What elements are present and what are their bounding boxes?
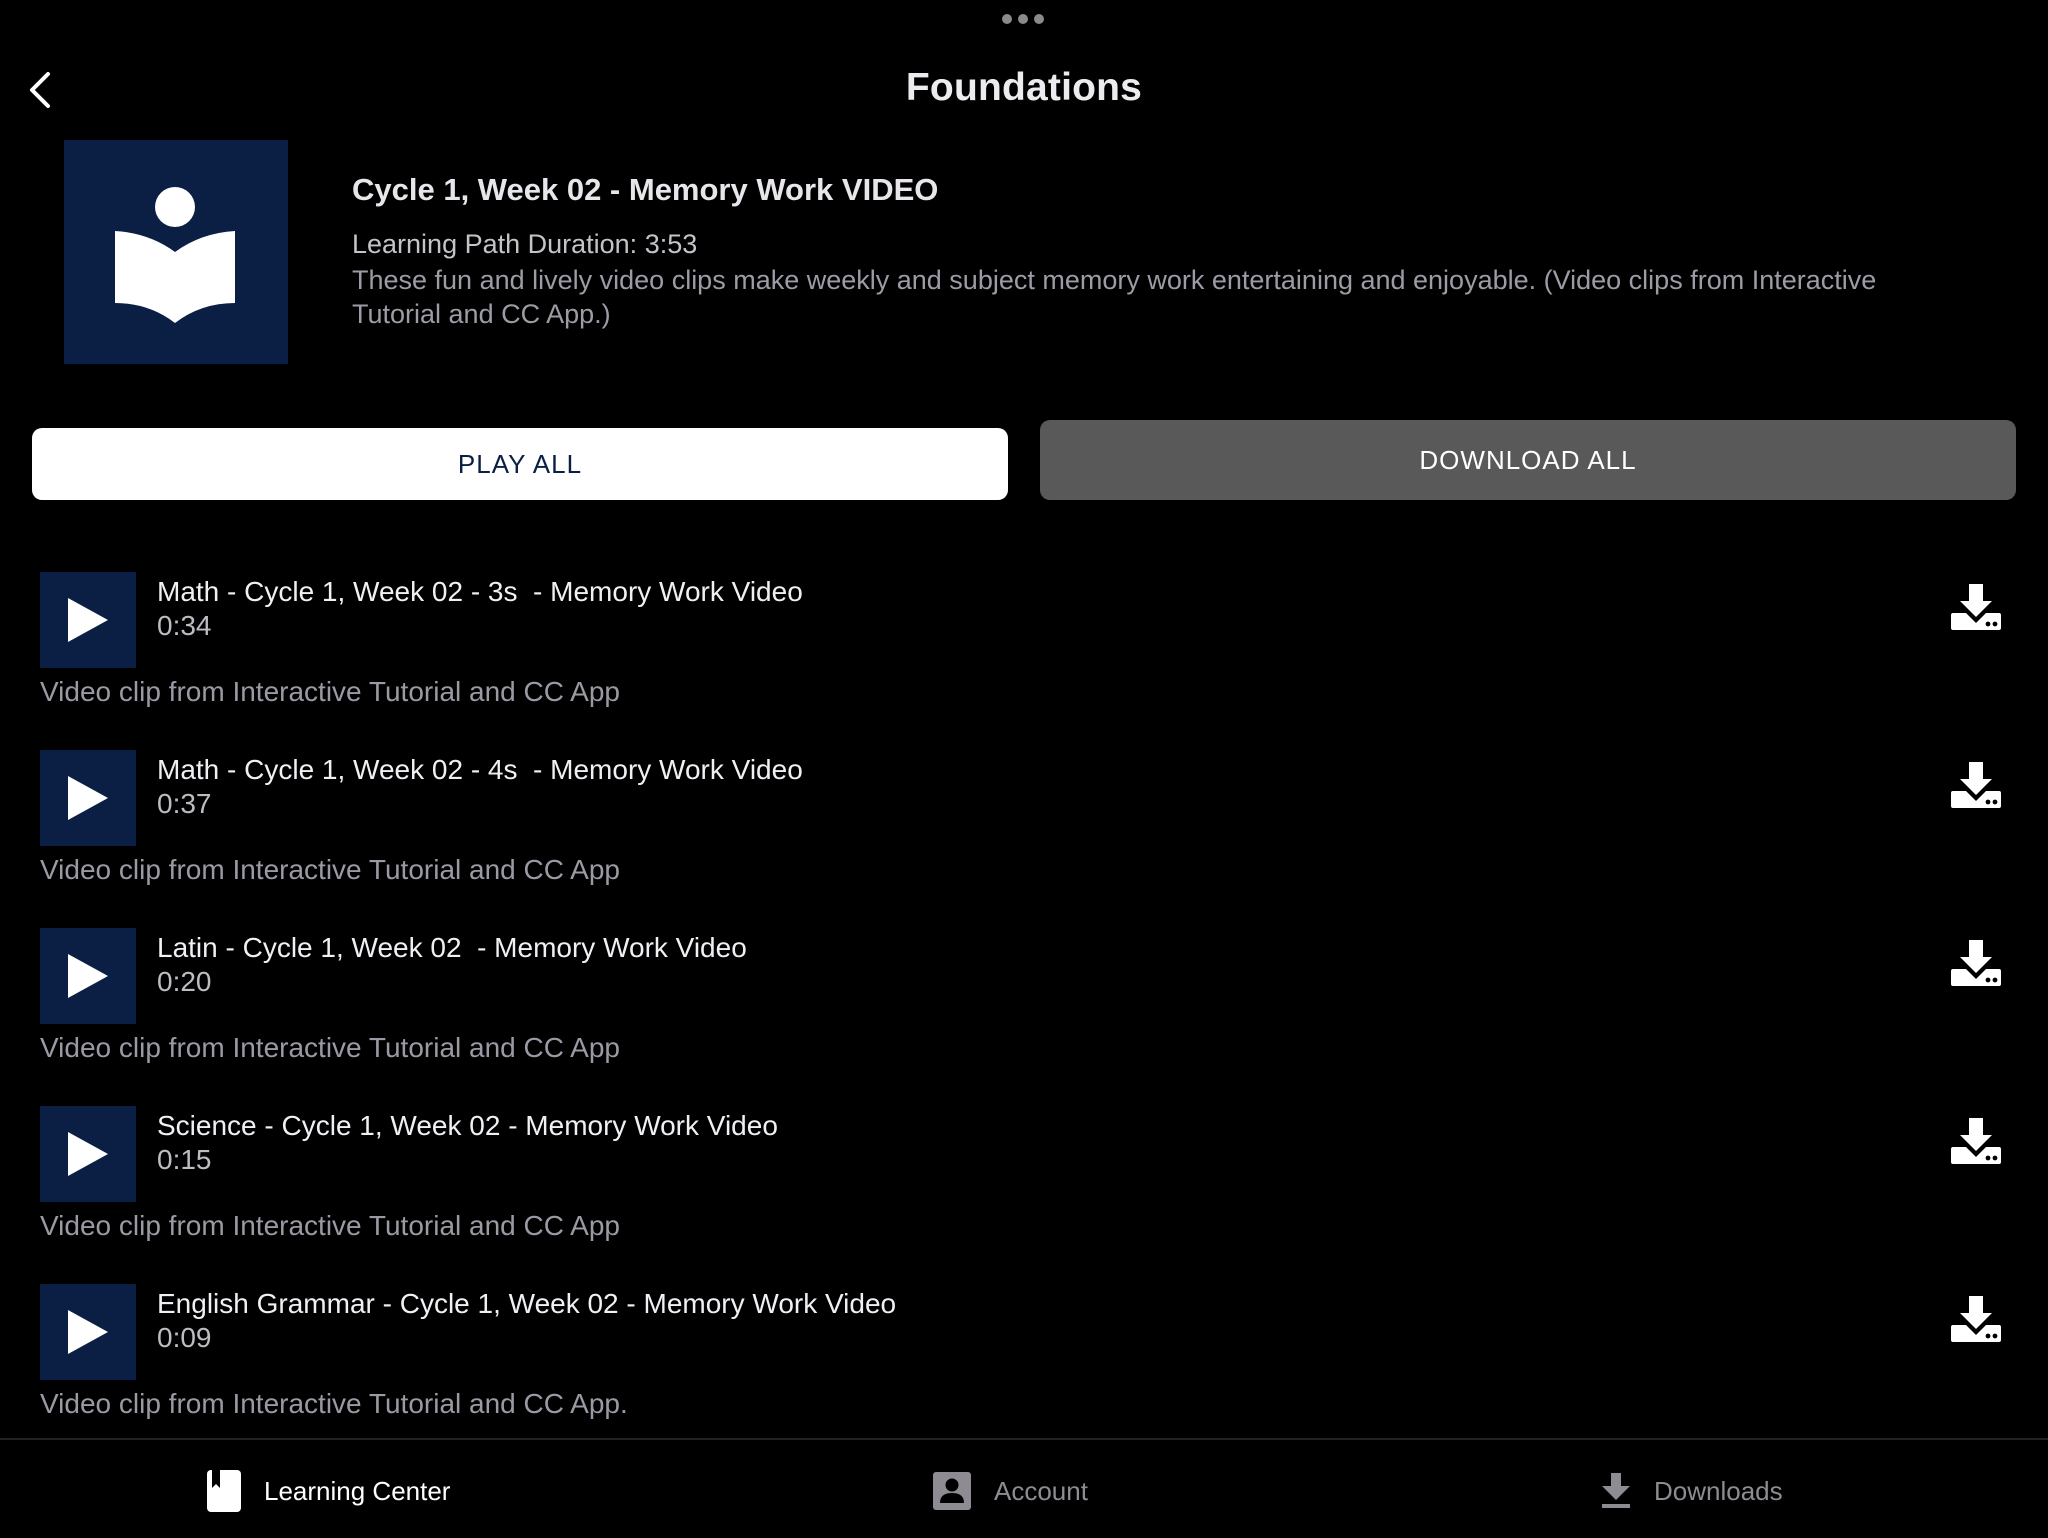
- download-tray-icon: [1951, 1118, 2001, 1164]
- reader-book-icon: [115, 187, 235, 323]
- tab-label: Account: [994, 1475, 1088, 1506]
- tab-bar: Learning Center Account Downloads: [0, 1438, 2048, 1538]
- tab-downloads[interactable]: Downloads: [1600, 1468, 1783, 1514]
- download-video-button[interactable]: [1948, 936, 2004, 992]
- video-title: Math - Cycle 1, Week 02 - 3s - Memory Wo…: [157, 576, 803, 607]
- download-tray-icon: [1951, 1296, 2001, 1342]
- play-video-button[interactable]: [40, 1284, 136, 1380]
- play-all-button[interactable]: PLAY ALL: [32, 428, 1008, 500]
- download-video-button[interactable]: [1948, 1114, 2004, 1170]
- book-bookmark-icon: [207, 1470, 241, 1512]
- video-description: Video clip from Interactive Tutorial and…: [40, 1388, 628, 1419]
- dot: [1002, 14, 1012, 24]
- video-title: English Grammar - Cycle 1, Week 02 - Mem…: [157, 1288, 897, 1319]
- video-list-item: Math - Cycle 1, Week 02 - 4s - Memory Wo…: [0, 750, 2048, 928]
- video-duration: 0:34: [157, 610, 212, 641]
- video-duration: 0:20: [157, 966, 212, 997]
- download-tray-icon: [1951, 940, 2001, 986]
- video-title: Math - Cycle 1, Week 02 - 4s - Memory Wo…: [157, 754, 803, 785]
- dot: [1018, 14, 1028, 24]
- dot: [1034, 14, 1044, 24]
- play-video-button[interactable]: [40, 572, 136, 668]
- video-list-item: Science - Cycle 1, Week 02 - Memory Work…: [0, 1106, 2048, 1284]
- play-all-label: PLAY ALL: [457, 448, 583, 479]
- download-all-button[interactable]: DOWNLOAD ALL: [1040, 420, 2016, 500]
- video-title: Science - Cycle 1, Week 02 - Memory Work…: [157, 1110, 778, 1141]
- video-duration: 0:09: [157, 1322, 212, 1353]
- play-icon: [68, 954, 108, 998]
- download-video-button[interactable]: [1948, 1292, 2004, 1348]
- tab-label: Learning Center: [264, 1475, 451, 1506]
- video-description: Video clip from Interactive Tutorial and…: [40, 854, 621, 885]
- download-tray-icon: [1951, 584, 2001, 630]
- more-dots-icon[interactable]: [1002, 14, 1044, 24]
- video-description: Video clip from Interactive Tutorial and…: [40, 1210, 621, 1241]
- video-list-item: Latin - Cycle 1, Week 02 - Memory Work V…: [0, 928, 2048, 1106]
- download-icon: [1602, 1473, 1630, 1508]
- video-title: Latin - Cycle 1, Week 02 - Memory Work V…: [157, 932, 747, 963]
- play-icon: [68, 598, 108, 642]
- play-icon: [68, 776, 108, 820]
- video-duration: 0:15: [157, 1144, 212, 1175]
- video-list-item: English Grammar - Cycle 1, Week 02 - Mem…: [0, 1284, 2048, 1462]
- tab-learning-center[interactable]: Learning Center: [206, 1468, 450, 1514]
- video-duration: 0:37: [157, 788, 212, 819]
- course-duration: Learning Path Duration: 3:53: [352, 229, 698, 259]
- play-icon: [68, 1310, 108, 1354]
- account-icon: [933, 1472, 971, 1510]
- tab-label: Downloads: [1654, 1475, 1783, 1506]
- course-thumbnail: [64, 140, 288, 364]
- download-video-button[interactable]: [1948, 758, 2004, 814]
- video-list-item: Math - Cycle 1, Week 02 - 3s - Memory Wo…: [0, 572, 2048, 750]
- play-video-button[interactable]: [40, 928, 136, 1024]
- download-video-button[interactable]: [1948, 580, 2004, 636]
- video-description: Video clip from Interactive Tutorial and…: [40, 676, 621, 707]
- download-all-label: DOWNLOAD ALL: [1419, 444, 1637, 475]
- course-title: Cycle 1, Week 02 - Memory Work VIDEO: [352, 172, 939, 207]
- play-icon: [68, 1132, 108, 1176]
- play-video-button[interactable]: [40, 750, 136, 846]
- course-description: These fun and lively video clips make we…: [352, 265, 1877, 329]
- page-title: Foundations: [905, 66, 1143, 109]
- play-video-button[interactable]: [40, 1106, 136, 1202]
- video-description: Video clip from Interactive Tutorial and…: [40, 1032, 621, 1063]
- tab-account[interactable]: Account: [932, 1468, 1088, 1514]
- download-tray-icon: [1951, 762, 2001, 808]
